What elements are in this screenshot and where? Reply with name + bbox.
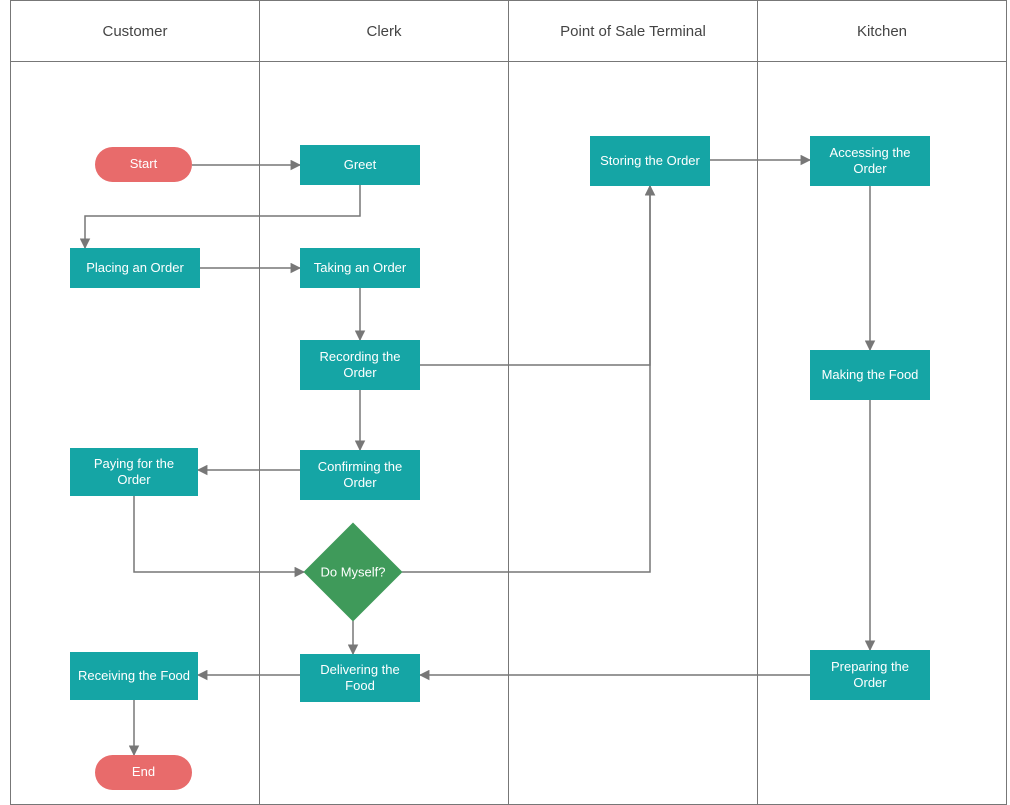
node-accessing-order: Accessing the Order — [810, 136, 930, 186]
lane-header-kitchen: Kitchen — [757, 0, 1007, 62]
node-preparing-order: Preparing the Order — [810, 650, 930, 700]
node-paying-order: Paying for the Order — [70, 448, 198, 496]
node-end: End — [95, 755, 192, 790]
node-making-food: Making the Food — [810, 350, 930, 400]
node-recording-order: Recording the Order — [300, 340, 420, 390]
node-start: Start — [95, 147, 192, 182]
node-taking-order: Taking an Order — [300, 248, 420, 288]
lane-header-customer: Customer — [10, 0, 260, 62]
node-do-myself: Do Myself? — [318, 537, 388, 607]
lane-header-pos: Point of Sale Terminal — [508, 0, 758, 62]
node-delivering-food: Delivering the Food — [300, 654, 420, 702]
node-receiving-food: Receiving the Food — [70, 652, 198, 700]
node-confirming-order: Confirming the Order — [300, 450, 420, 500]
node-placing-order: Placing an Order — [70, 248, 200, 288]
swimlane-diagram: Customer Clerk Point of Sale Terminal Ki… — [0, 0, 1010, 805]
lane-header-clerk: Clerk — [259, 0, 509, 62]
node-storing-order: Storing the Order — [590, 136, 710, 186]
node-do-myself-label: Do Myself? — [320, 565, 385, 580]
node-greet: Greet — [300, 145, 420, 185]
